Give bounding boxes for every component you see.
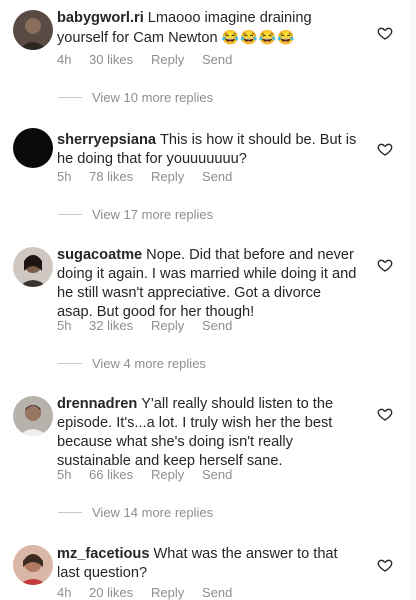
comment-text: mz_facetious What was the answer to that … [57,545,357,583]
comment-likes[interactable]: 66 likes [89,467,151,482]
avatar[interactable] [13,247,53,287]
reply-button[interactable]: Reply [151,467,202,482]
divider [58,97,82,98]
send-button[interactable]: Send [202,169,232,184]
comment-time: 4h [57,52,72,67]
send-button[interactable]: Send [202,318,232,333]
comment-likes[interactable]: 30 likes [89,52,151,67]
reply-button[interactable]: Reply [151,318,202,333]
heart-outline-icon[interactable] [377,25,393,41]
heart-outline-icon[interactable] [377,141,393,157]
comment-meta: 5h 78 likes Reply Send [57,169,232,184]
avatar[interactable] [13,396,53,436]
comment-meta: 5h 66 likes Reply Send [57,467,232,482]
view-more-replies[interactable]: View 10 more replies [58,90,213,105]
send-button[interactable]: Send [202,585,232,600]
heart-outline-icon[interactable] [377,257,393,273]
scrollbar[interactable] [410,0,416,600]
comment-time: 4h [57,585,72,600]
comment-meta: 4h 30 likes Reply Send [57,52,232,67]
view-more-replies[interactable]: View 17 more replies [58,207,213,222]
heart-outline-icon[interactable] [377,406,393,422]
comment-text: sugacoatme Nope. Did that before and neve… [57,246,357,322]
comment-username[interactable]: mz_facetious [57,546,149,562]
divider [58,512,82,513]
laughing-emoji-icon: 😂😂😂😂 [221,29,296,45]
send-button[interactable]: Send [202,52,232,67]
reply-button[interactable]: Reply [151,585,202,600]
send-button[interactable]: Send [202,467,232,482]
reply-button[interactable]: Reply [151,52,202,67]
avatar[interactable] [13,10,53,50]
view-more-replies[interactable]: View 4 more replies [58,356,206,371]
comment-time: 5h [57,318,72,333]
comment-text: sherryepsiana This is how it should be. B… [57,131,357,169]
comment-likes[interactable]: 78 likes [89,169,151,184]
comment-username[interactable]: babygworl.ri [57,10,144,26]
comment-username[interactable]: sherryepsiana [57,132,156,148]
comment-text: drennadren Y'all really should listen to … [57,395,357,471]
heart-outline-icon[interactable] [377,557,393,573]
comment-time: 5h [57,467,72,482]
comment-username[interactable]: drennadren [57,396,137,412]
reply-button[interactable]: Reply [151,169,202,184]
divider [58,214,82,215]
view-more-replies[interactable]: View 14 more replies [58,505,213,520]
comment-username[interactable]: sugacoatme [57,247,142,263]
comment-meta: 4h 20 likes Reply Send [57,585,232,600]
comment-time: 5h [57,169,72,184]
comment-meta: 5h 32 likes Reply Send [57,318,232,333]
avatar[interactable] [13,545,53,585]
divider [58,363,82,364]
comment-likes[interactable]: 32 likes [89,318,151,333]
comment-likes[interactable]: 20 likes [89,585,151,600]
avatar[interactable] [13,128,53,168]
comment-text: babygworl.ri Lmaooo imagine draining your… [57,9,357,48]
